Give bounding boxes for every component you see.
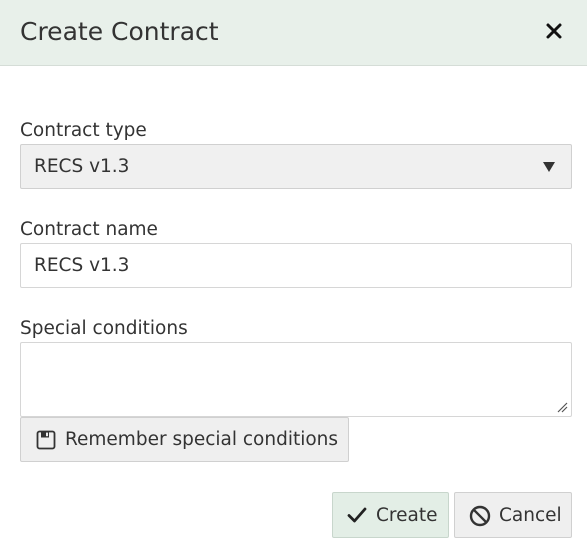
remember-special-conditions-label: Remember special conditions [65,429,339,450]
contract-name-label: Contract name [20,219,158,240]
cancel-button[interactable]: Cancel [454,492,572,538]
check-icon [347,507,367,523]
close-button[interactable] [543,20,567,44]
dialog-header: Create Contract [0,0,587,66]
resize-grip-icon[interactable] [557,402,568,413]
save-icon [36,430,56,450]
special-conditions-label: Special conditions [20,318,188,339]
cancel-button-label: Cancel [499,505,562,526]
remember-special-conditions-button[interactable]: Remember special conditions [20,417,349,462]
ban-icon [469,505,491,527]
dialog-title: Create Contract [20,17,219,46]
create-button[interactable]: Create [332,492,449,538]
special-conditions-textarea[interactable] [20,342,572,417]
contract-name-input[interactable]: RECS v1.3 [20,243,572,288]
contract-type-label: Contract type [20,120,147,141]
caret-down-icon [543,162,555,172]
contract-type-select[interactable]: RECS v1.3 [20,144,572,189]
close-icon [546,23,562,39]
contract-name-value: RECS v1.3 [34,255,130,276]
contract-type-selected-value: RECS v1.3 [34,156,130,177]
create-button-label: Create [376,505,438,526]
create-contract-dialog: Create Contract Contract type RECS v1.3 … [0,0,587,545]
